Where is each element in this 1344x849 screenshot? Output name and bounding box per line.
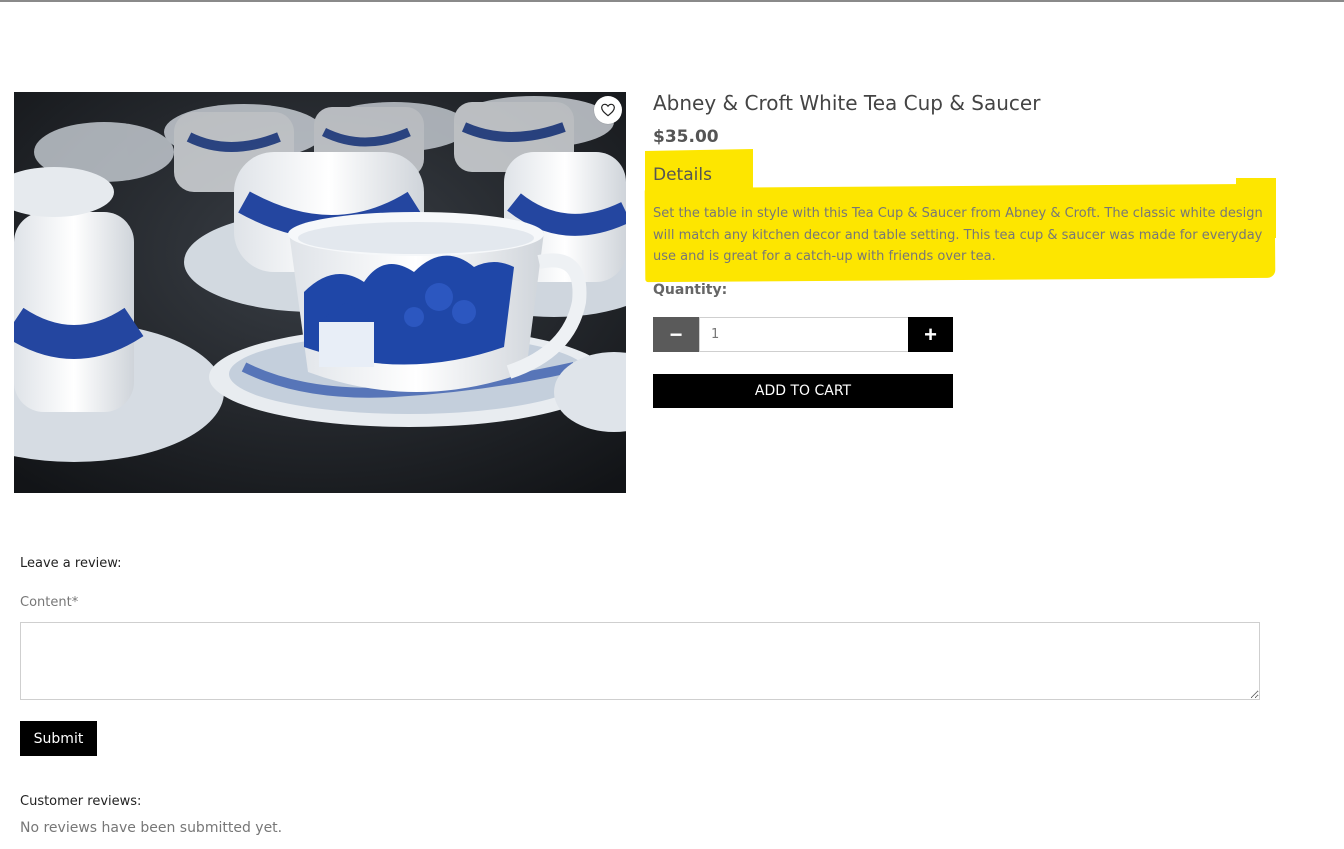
top-divider [0, 0, 1344, 2]
leave-review-heading: Leave a review: [20, 556, 122, 571]
quantity-input[interactable] [699, 317, 909, 352]
product-description: Set the table in style with this Tea Cup… [653, 206, 1263, 264]
wishlist-button[interactable] [594, 96, 622, 124]
quantity-increase-button[interactable]: + [908, 317, 953, 352]
content-label: Content* [20, 595, 79, 610]
submit-review-button[interactable]: Submit [20, 721, 97, 756]
no-reviews-message: No reviews have been submitted yet. [20, 820, 283, 836]
product-image [14, 92, 626, 493]
review-content-textarea[interactable] [20, 622, 1260, 700]
product-title: Abney & Croft White Tea Cup & Saucer [653, 91, 1041, 115]
quantity-decrease-button[interactable]: − [653, 317, 699, 352]
product-price: $35.00 [653, 127, 719, 147]
heart-icon [600, 102, 616, 118]
quantity-label: Quantity: [653, 282, 728, 298]
add-to-cart-button[interactable]: ADD TO CART [653, 374, 953, 408]
details-heading: Details [653, 165, 712, 185]
customer-reviews-heading: Customer reviews: [20, 794, 142, 809]
